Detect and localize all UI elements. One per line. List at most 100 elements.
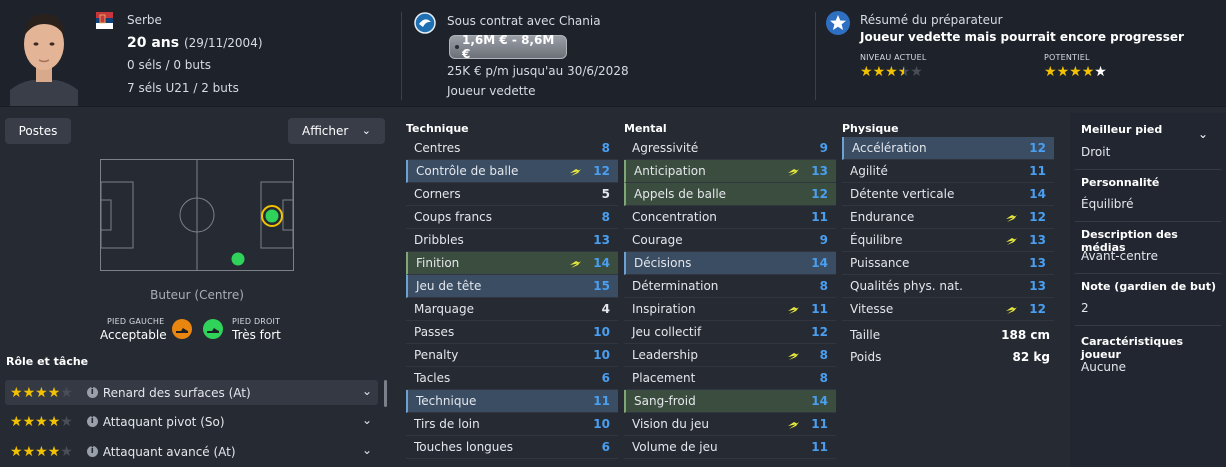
attribute-value: 6 [601, 440, 610, 454]
attribute-value: 10 [593, 325, 610, 339]
attribute-row[interactable]: Concentration 11 [624, 206, 836, 229]
attribute-row[interactable]: Décisions 14 [624, 252, 836, 275]
attribute-name: Détente verticale [850, 187, 955, 201]
attribute-row[interactable]: Tirs de loin 10 [406, 413, 618, 436]
attribute-name: Inspiration [632, 302, 696, 316]
attribute-name: Volume de jeu [632, 440, 718, 454]
attribute-row[interactable]: Équilibre 13 [842, 229, 1054, 252]
attribute-row[interactable]: Qualités phys. nat. 13 [842, 275, 1054, 298]
attribute-row[interactable]: Penalty 10 [406, 344, 618, 367]
attribute-value: 13 [593, 233, 610, 247]
traits-value: Aucune [1081, 360, 1127, 374]
attribute-name: Vitesse [850, 302, 894, 316]
attribute-row[interactable]: Détente verticale 14 [842, 183, 1054, 206]
attribute-name: Marquage [414, 302, 475, 316]
attribute-row[interactable]: Passes 10 [406, 321, 618, 344]
weight-value: 82 kg [1012, 350, 1050, 364]
attribute-row[interactable]: Courage 9 [624, 229, 836, 252]
weight-label: Poids [850, 350, 882, 364]
chevron-down-icon[interactable]: ⌄ [362, 384, 372, 398]
potential-label: POTENTIEL [1044, 53, 1090, 62]
attribute-value: 11 [811, 210, 828, 224]
positions-button[interactable]: Postes [5, 118, 71, 144]
progress-arrow-icon [788, 166, 800, 176]
attribute-value: 12 [1029, 210, 1046, 224]
attribute-name: Accélération [852, 141, 927, 155]
attribute-row[interactable]: Jeu de tête 15 [406, 275, 618, 298]
attribute-row[interactable]: Tacles 6 [406, 367, 618, 390]
attribute-name: Sang-froid [634, 394, 696, 408]
role-row-1[interactable]: ★★★★★ i Attaquant pivot (So) ⌄ [5, 409, 378, 434]
chevron-down-icon[interactable]: ⌄ [362, 413, 372, 427]
attribute-row[interactable]: Dribbles 13 [406, 229, 618, 252]
chevron-down-icon[interactable]: ⌄ [1198, 127, 1208, 141]
attribute-row[interactable]: Anticipation 13 [624, 160, 836, 183]
attribute-row[interactable]: Appels de balle 12 [624, 183, 836, 206]
attribute-row[interactable]: Finition 14 [406, 252, 618, 275]
attribute-row[interactable]: Contrôle de balle 12 [406, 160, 618, 183]
role-stars: ★★★★★ [10, 443, 73, 460]
technique-list: Centres 8 Contrôle de balle 12 Corners 5 Coups… [406, 137, 618, 459]
role-row-0[interactable]: ★★★★★ i Renard des surfaces (At) ⌄ [5, 380, 378, 405]
gk-note-value: 2 [1081, 301, 1089, 315]
roles-scrollbar[interactable] [384, 380, 387, 407]
attribute-row[interactable]: Leadership 8 [624, 344, 836, 367]
attribute-row[interactable]: Vision du jeu 11 [624, 413, 836, 436]
info-icon[interactable]: i [86, 416, 98, 427]
role-stars: ★★★★★ [10, 384, 73, 401]
transfer-value[interactable]: 1,6M € - 8,6M € [449, 33, 567, 61]
attribute-row[interactable]: Coups francs 8 [406, 206, 618, 229]
traits-title: Caractéristiques joueur [1081, 335, 1184, 361]
attribute-name: Touches longues [414, 440, 514, 454]
attribute-row[interactable]: Corners 5 [406, 183, 618, 206]
progress-arrow-icon [788, 304, 800, 314]
nationality: Serbe [127, 13, 162, 27]
attribute-row[interactable]: Sang-froid 14 [624, 390, 836, 413]
physique-title: Physique [842, 122, 899, 135]
attribute-name: Tacles [414, 371, 451, 385]
attribute-value: 8 [819, 279, 828, 293]
attribute-row[interactable]: Inspiration 11 [624, 298, 836, 321]
attribute-value: 8 [819, 371, 828, 385]
attribute-value: 12 [1029, 141, 1046, 155]
attribute-name: Jeu de tête [416, 279, 482, 293]
attribute-row[interactable]: Agressivité 9 [624, 137, 836, 160]
attribute-row[interactable]: Accélération 12 [842, 137, 1054, 160]
attribute-row[interactable]: Vitesse 12 [842, 298, 1054, 321]
technique-title: Technique [406, 122, 469, 135]
attribute-row[interactable]: Endurance 12 [842, 206, 1054, 229]
display-button[interactable]: Afficher ⌄ [288, 118, 385, 144]
attribute-name: Coups francs [414, 210, 492, 224]
attribute-name: Équilibre [850, 233, 903, 247]
attribute-row[interactable]: Détermination 8 [624, 275, 836, 298]
player-header: Serbe 20 ans (29/11/2004) 0 séls / 0 but… [0, 0, 1226, 107]
player-face [10, 6, 78, 106]
attribute-value: 11 [811, 440, 828, 454]
club-logo-icon[interactable] [414, 12, 436, 34]
info-panel: Meilleur pied ⌄ Droit Personnalité Équil… [1070, 113, 1226, 467]
attribute-row[interactable]: Volume de jeu 11 [624, 436, 836, 459]
attribute-row[interactable]: Placement 8 [624, 367, 836, 390]
attribute-value: 12 [811, 325, 828, 339]
mental-list: Agressivité 9 Anticipation 13 Appels de ball… [624, 137, 836, 459]
attribute-row[interactable]: Puissance 13 [842, 252, 1054, 275]
attribute-row[interactable]: Marquage 4 [406, 298, 618, 321]
left-boot-icon [172, 319, 192, 339]
attribute-row[interactable]: Jeu collectif 12 [624, 321, 836, 344]
info-icon[interactable]: i [86, 387, 98, 398]
roles-title: Rôle et tâche [6, 355, 89, 368]
attribute-row[interactable]: Centres 8 [406, 137, 618, 160]
attribute-row[interactable]: Technique 11 [406, 390, 618, 413]
attribute-value: 8 [819, 348, 828, 362]
info-icon[interactable]: i [86, 446, 98, 457]
chevron-down-icon[interactable]: ⌄ [362, 443, 372, 457]
attribute-value: 6 [601, 371, 610, 385]
attribute-name: Penalty [414, 348, 459, 362]
attribute-row[interactable]: Agilité 11 [842, 160, 1054, 183]
attribute-name: Courage [632, 233, 683, 247]
role-row-2[interactable]: ★★★★★ i Attaquant avancé (At) ⌄ [5, 439, 378, 464]
progress-arrow-icon [1006, 212, 1018, 222]
attribute-row[interactable]: Touches longues 6 [406, 436, 618, 459]
personality-value: Équilibré [1081, 197, 1134, 211]
physique-list: Accélération 12 Agilité 11 Détente verticale… [842, 137, 1054, 321]
